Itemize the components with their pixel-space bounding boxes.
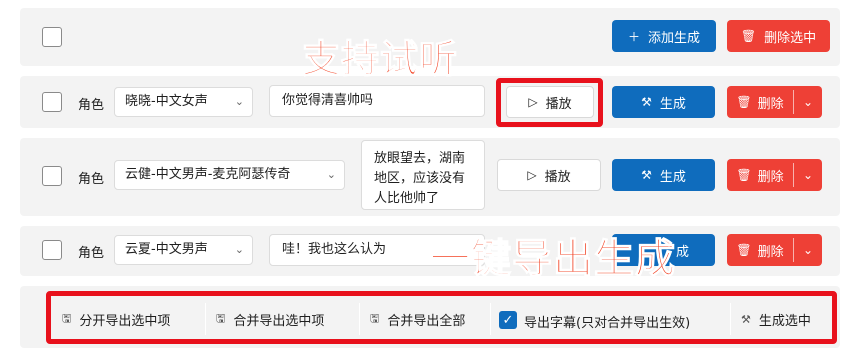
voice-select[interactable]: 云健-中文男声-麦克阿瑟传奇 ⌄ [114,160,345,190]
row-checkbox[interactable] [42,92,62,112]
delete-button[interactable]: 🗑 删除 [727,159,793,191]
delete-button[interactable]: 🗑 删除 [727,234,793,266]
role-label: 角色 [78,246,105,261]
row-checkbox[interactable] [42,166,62,186]
select-all-checkbox[interactable] [42,27,62,47]
play-button[interactable]: ▷ 播放 [497,159,601,191]
role-label: 角色 [78,172,105,187]
trash-icon: 🗑 [736,243,752,257]
chevron-down-icon: ⌄ [234,95,244,108]
chevron-down-icon[interactable]: ⌄ [794,86,822,118]
delete-button[interactable]: 🗑 删除 [727,86,793,118]
wrench-icon: ⚒ [641,95,652,109]
text-input[interactable]: 你觉得清喜帅吗 [269,85,485,117]
chevron-down-icon: ⌄ [326,168,336,181]
preview-highlight-box [496,78,603,127]
play-icon: ▷ [527,168,537,182]
text-input[interactable]: 放眼望去，湖南地区，应该没有人比他帅了 [361,140,485,210]
chevron-down-icon[interactable]: ⌄ [794,159,822,191]
export-callout: 一键导出生成 [429,235,676,282]
plus-icon: ＋ [627,29,640,44]
trash-icon: 🗑 [740,29,757,43]
row-checkbox[interactable] [42,240,62,260]
wrench-icon: ⚒ [641,168,652,182]
export-highlight-box [46,291,837,344]
generate-button[interactable]: ⚒ 生成 [612,159,715,191]
trash-icon: 🗑 [736,168,752,182]
chevron-down-icon[interactable]: ⌄ [794,234,822,266]
generate-button[interactable]: ⚒ 生成 [612,86,715,118]
delete-split-button[interactable]: 🗑 删除 ⌄ [727,234,822,266]
add-generation-button[interactable]: ＋ 添加生成 [612,20,716,52]
delete-split-button[interactable]: 🗑 删除 ⌄ [727,159,822,191]
delete-selected-button[interactable]: 🗑 删除选中 [727,20,830,52]
chevron-down-icon: ⌄ [234,243,244,256]
preview-callout: 支持试听 [301,36,459,81]
role-label: 角色 [78,98,105,113]
generation-list-page: { "header_row": { "add_button": "添加生成", … [0,0,844,355]
delete-split-button[interactable]: 🗑 删除 ⌄ [727,86,822,118]
trash-icon: 🗑 [736,95,752,109]
voice-select[interactable]: 云夏-中文男声 ⌄ [114,235,253,265]
voice-select[interactable]: 晓晓-中文女声 ⌄ [114,87,253,117]
